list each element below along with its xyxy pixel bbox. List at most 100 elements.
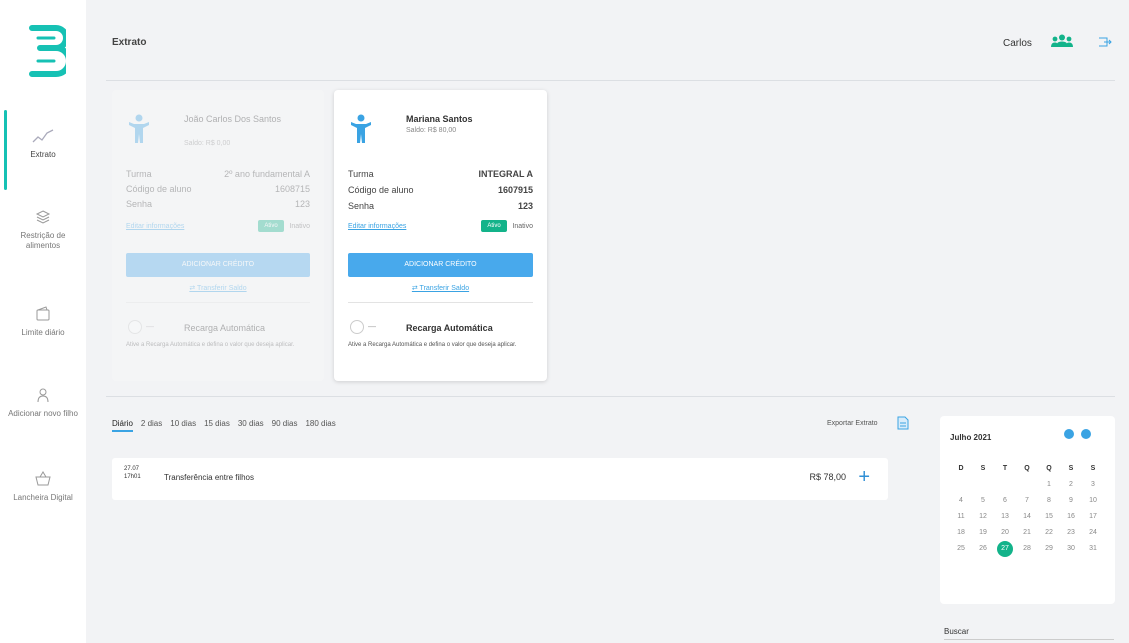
- password-row: Senha 123: [348, 201, 533, 211]
- calendar-day[interactable]: 19: [972, 525, 994, 541]
- period-tab-90-dias[interactable]: 90 dias: [272, 419, 298, 432]
- sidebar-item-lancheira[interactable]: Lancheira Digital: [0, 471, 86, 503]
- calendar-weekday-header: S: [1068, 465, 1074, 472]
- class-value: 2º ano fundamental A: [224, 169, 310, 179]
- search-label: Buscar: [944, 627, 969, 636]
- add-credit-button[interactable]: ADICIONAR CRÉDITO: [126, 253, 310, 277]
- code-label: Código de aluno: [126, 184, 192, 194]
- calendar-day[interactable]: 6: [994, 493, 1016, 509]
- code-label: Código de aluno: [348, 185, 414, 195]
- logout-icon[interactable]: [1098, 37, 1112, 47]
- auto-recharge-toggle[interactable]: [128, 320, 142, 334]
- calendar-day[interactable]: 12: [972, 509, 994, 525]
- auto-recharge-toggle[interactable]: [350, 320, 364, 334]
- child-icon: [351, 114, 371, 143]
- sidebar-item-adicionar-filho[interactable]: Adicionar novo filho: [0, 387, 86, 419]
- code-value: 1608715: [274, 184, 310, 194]
- auto-recharge-title: Recarga Automática: [406, 323, 493, 333]
- export-statement-link[interactable]: Exportar Extrato: [827, 420, 878, 427]
- calendar-day[interactable]: 20: [994, 525, 1016, 541]
- calendar-day[interactable]: 2: [1060, 477, 1082, 493]
- calendar-day[interactable]: 18: [950, 525, 972, 541]
- sidebar: Extrato Restrição de alimentos Limite di…: [0, 0, 86, 643]
- transaction-amount: R$ 78,00: [809, 472, 846, 482]
- calendar-day[interactable]: 17: [1082, 509, 1104, 525]
- search-input[interactable]: [944, 639, 1114, 640]
- document-export-icon[interactable]: [897, 416, 909, 430]
- active-toggle[interactable]: Ativo: [258, 220, 284, 232]
- period-tab-15-dias[interactable]: 15 dias: [204, 419, 230, 432]
- calendar-day[interactable]: 31: [1082, 541, 1104, 557]
- calendar-empty-cell: [1016, 477, 1038, 493]
- calendar-day[interactable]: 21: [1016, 525, 1038, 541]
- card-divider: [348, 302, 533, 303]
- transfer-balance-link[interactable]: ⇄ Transferir Saldo: [334, 284, 547, 292]
- period-tab-diario[interactable]: Diário: [112, 419, 133, 432]
- expand-plus-icon[interactable]: +: [858, 467, 870, 487]
- calendar-day[interactable]: 15: [1038, 509, 1060, 525]
- calendar-empty-cell: [950, 477, 972, 493]
- calendar-day[interactable]: 25: [950, 541, 972, 557]
- calendar-day-selected[interactable]: 27: [994, 541, 1016, 557]
- calendar-day[interactable]: 5: [972, 493, 994, 509]
- student-name: Mariana Santos: [406, 114, 473, 124]
- calendar-widget: Julho 2021 D S T Q Q S S 1 2 3 4 5 6 7 8 9 10 11 12 13 14 15 1…: [940, 416, 1115, 604]
- group-icon[interactable]: [1050, 34, 1074, 48]
- student-card[interactable]: João Carlos Dos Santos Saldo: R$ 0,00 Tu…: [112, 90, 324, 381]
- calendar-day[interactable]: 29: [1038, 541, 1060, 557]
- calendar-day[interactable]: 26: [972, 541, 994, 557]
- calendar-day[interactable]: 8: [1038, 493, 1060, 509]
- calendar-day[interactable]: 30: [1060, 541, 1082, 557]
- calendar-day[interactable]: 23: [1060, 525, 1082, 541]
- calendar-day[interactable]: 4: [950, 493, 972, 509]
- period-tab-180-dias[interactable]: 180 dias: [305, 419, 335, 432]
- calendar-day[interactable]: 13: [994, 509, 1016, 525]
- status-label: Inativo: [512, 223, 533, 230]
- calendar-day[interactable]: 7: [1016, 493, 1038, 509]
- period-tab-30-dias[interactable]: 30 dias: [238, 419, 264, 432]
- sidebar-item-label: Extrato: [30, 150, 56, 159]
- period-tab-2-dias[interactable]: 2 dias: [141, 419, 162, 432]
- child-icon: [129, 114, 149, 143]
- active-toggle[interactable]: Ativo: [481, 220, 507, 232]
- calendar-day[interactable]: 1: [1038, 477, 1060, 493]
- calendar-day[interactable]: 16: [1060, 509, 1082, 525]
- auto-recharge-description: Ative a Recarga Automática e defina o va…: [348, 342, 517, 348]
- calendar-empty-cell: [972, 477, 994, 493]
- calendar-day[interactable]: 24: [1082, 525, 1104, 541]
- calendar-month-label: Julho 2021: [950, 433, 992, 442]
- sidebar-item-limite[interactable]: Limite diário: [0, 306, 86, 338]
- calendar-empty-cell: [994, 477, 1016, 493]
- edit-info-link[interactable]: Editar informações: [348, 223, 406, 230]
- class-label: Turma: [126, 169, 152, 179]
- student-name: João Carlos Dos Santos: [184, 114, 282, 124]
- sidebar-item-restricao[interactable]: Restrição de alimentos: [0, 209, 86, 251]
- layers-icon: [35, 210, 51, 224]
- auto-recharge-description: Ative a Recarga Automática e defina o va…: [126, 342, 295, 348]
- transfer-balance-link[interactable]: ⇄ Transferir Saldo: [112, 284, 324, 292]
- user-name[interactable]: Carlos: [1003, 38, 1032, 49]
- period-tab-10-dias[interactable]: 10 dias: [170, 419, 196, 432]
- calendar-day[interactable]: 9: [1060, 493, 1082, 509]
- calendar-day[interactable]: 10: [1082, 493, 1104, 509]
- code-row: Código de aluno 1607915: [348, 185, 533, 195]
- toggle-dash: —: [146, 322, 154, 331]
- calendar-prev-icon[interactable]: [1064, 429, 1074, 439]
- calendar-day[interactable]: 22: [1038, 525, 1060, 541]
- calendar-day[interactable]: 3: [1082, 477, 1104, 493]
- period-filter-tabs: Diário 2 dias 10 dias 15 dias 30 dias 90…: [112, 419, 336, 432]
- calendar-day[interactable]: 14: [1016, 509, 1038, 525]
- edit-info-link[interactable]: Editar informações: [126, 223, 184, 230]
- calendar-day[interactable]: 28: [1016, 541, 1038, 557]
- sidebar-item-extrato[interactable]: Extrato: [0, 110, 86, 190]
- password-label: Senha: [126, 199, 153, 209]
- calendar-next-icon[interactable]: [1081, 429, 1091, 439]
- student-card-selected[interactable]: Mariana Santos Saldo: R$ 80,00 Turma INT…: [334, 90, 547, 381]
- class-row: Turma 2º ano fundamental A: [126, 169, 310, 179]
- calendar-day[interactable]: 11: [950, 509, 972, 525]
- password-row: Senha 123: [126, 199, 310, 209]
- add-credit-button[interactable]: ADICIONAR CRÉDITO: [348, 253, 533, 277]
- class-row: Turma INTEGRAL A: [348, 169, 533, 179]
- calendar-weekday-header: D: [958, 465, 964, 472]
- transaction-row[interactable]: 27.07 17h01 Transferência entre filhos R…: [112, 458, 888, 500]
